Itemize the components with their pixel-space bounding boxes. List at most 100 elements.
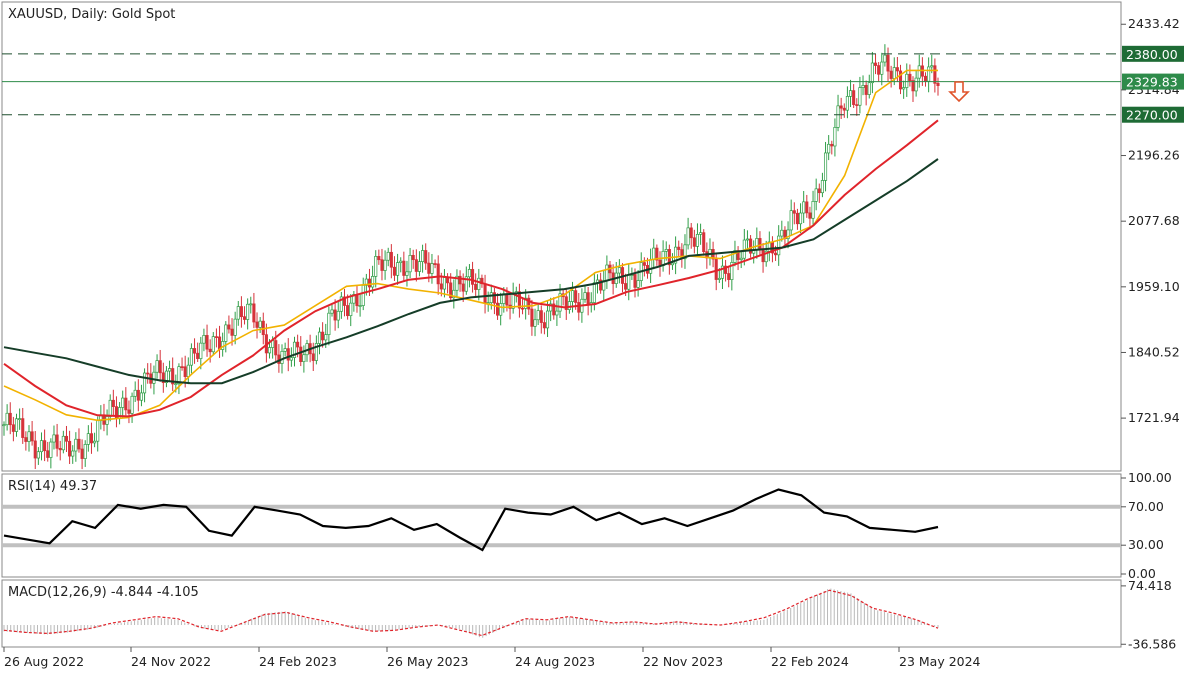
candle-body: [777, 235, 781, 256]
candle-body: [246, 303, 250, 320]
candle-body: [745, 238, 750, 241]
candle-body: [33, 440, 37, 459]
candle-body: [817, 188, 821, 194]
rsi-pane: 100.0070.0030.000.00: [2, 470, 1172, 581]
candle-body: [324, 334, 328, 341]
price-candles: [2, 44, 940, 470]
candle-body: [477, 277, 481, 290]
candle-body: [358, 305, 362, 307]
candle-body: [570, 290, 575, 302]
candle-body: [327, 312, 331, 335]
candle-body: [411, 254, 415, 261]
candle-body: [858, 87, 862, 106]
candle-body: [792, 210, 796, 214]
x-tick-label: 26 May 2023: [387, 654, 469, 669]
candle-body: [39, 440, 44, 453]
candle-body: [64, 435, 69, 442]
candle-body: [146, 372, 150, 375]
candle-body: [274, 340, 278, 356]
price-tick-label: 2077.68: [1128, 213, 1180, 228]
rsi-line: [3, 488, 939, 552]
candle-body: [870, 62, 874, 84]
candle-body: [30, 431, 34, 442]
candle-body: [211, 336, 215, 353]
candle-body: [133, 389, 137, 397]
moving-average-line: [3, 158, 939, 385]
candle-body: [789, 210, 793, 231]
down-arrow-icon: [948, 81, 970, 103]
candle-body: [911, 80, 915, 92]
candle-body: [302, 354, 306, 363]
candle-body: [624, 283, 628, 290]
candle-body: [236, 306, 240, 320]
candle-body: [49, 441, 53, 458]
candle-body: [461, 283, 465, 292]
candle-body: [836, 105, 840, 128]
rsi-pane-frame: [1, 473, 1122, 578]
candle-body: [267, 347, 272, 354]
candle-body: [321, 331, 325, 341]
candle-body: [168, 368, 172, 372]
candle-body: [852, 90, 856, 105]
candle-body: [739, 257, 743, 260]
candle-body: [483, 283, 487, 304]
candle-body: [311, 353, 315, 361]
candle-body: [695, 234, 700, 247]
candle-body: [233, 318, 237, 336]
candle-body: [873, 62, 878, 66]
candle-body: [143, 372, 147, 394]
candle-body: [408, 254, 412, 273]
candle-body: [861, 85, 865, 88]
candle-body: [52, 434, 56, 443]
candle-body: [392, 266, 397, 276]
candle-body: [405, 271, 409, 276]
candle-body: [108, 399, 112, 417]
candle-body: [414, 259, 418, 272]
candle-body: [814, 188, 818, 202]
candle-body: [136, 389, 140, 401]
candle-body: [424, 250, 428, 264]
candle-body: [427, 262, 431, 274]
candle-body: [536, 310, 540, 321]
candle-body: [499, 303, 503, 316]
candle-body: [820, 180, 824, 194]
candle-body: [21, 418, 25, 438]
rsi-tick-label: 70.00: [1128, 499, 1164, 514]
candle-body: [130, 395, 134, 414]
candle-body: [774, 252, 778, 256]
candle-body: [833, 127, 837, 147]
x-tick-label: 22 Feb 2024: [771, 654, 849, 669]
candle-body: [299, 346, 303, 363]
candle-body: [2, 424, 6, 427]
candle-body: [914, 77, 918, 92]
chart-canvas: 2433.422314.842196.262077.681959.101840.…: [1, 1, 1184, 669]
candle-body: [808, 212, 812, 219]
level-price-label: 2270.00: [1126, 108, 1178, 123]
candle-body: [46, 450, 50, 458]
candle-body: [283, 348, 287, 352]
candle-body: [192, 348, 197, 354]
candle-body: [892, 67, 896, 79]
candle-body: [224, 324, 228, 342]
candle-body: [795, 212, 799, 225]
candle-body: [780, 229, 784, 237]
candle-body: [196, 352, 200, 359]
candle-body: [805, 201, 809, 214]
candle-body: [380, 259, 384, 271]
candle-body: [880, 61, 884, 75]
candle-body: [627, 274, 631, 290]
candle-body: [923, 75, 928, 82]
x-tick-label: 24 Nov 2022: [131, 654, 211, 669]
candle-body: [239, 306, 243, 318]
candle-body: [111, 399, 115, 407]
candle-body: [574, 290, 578, 303]
x-tick-label: 24 Aug 2023: [515, 654, 595, 669]
candle-body: [605, 264, 609, 281]
candle-body: [505, 293, 509, 306]
candle-body: [917, 65, 921, 79]
candle-body: [336, 310, 340, 321]
macd-tick-label: 74.418: [1128, 578, 1172, 593]
candle-body: [11, 424, 15, 432]
candle-body: [839, 105, 843, 109]
candle-body: [936, 82, 940, 86]
